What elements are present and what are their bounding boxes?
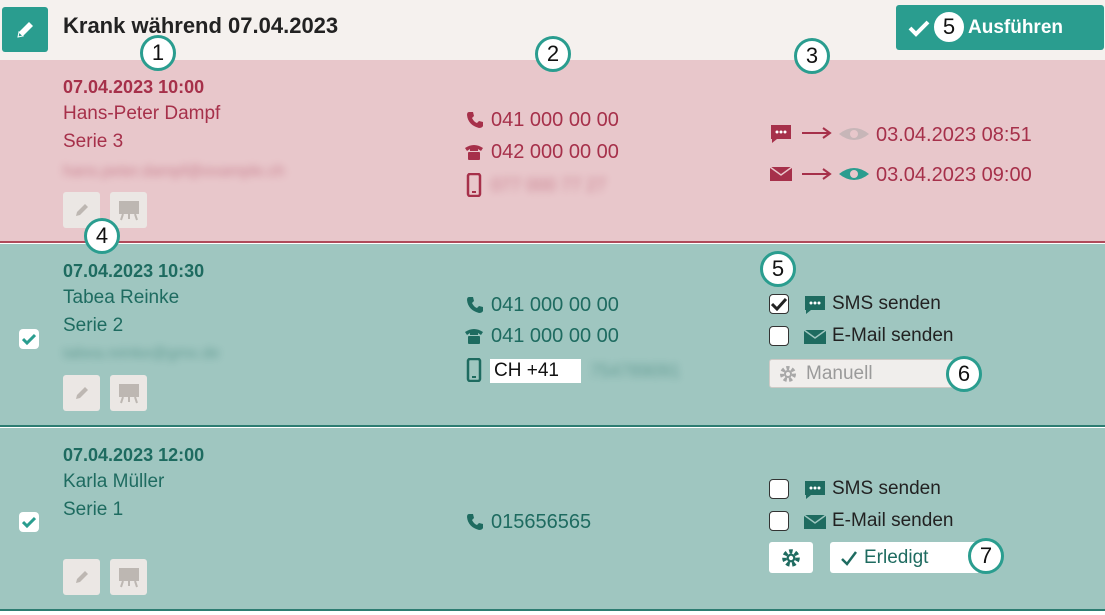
mail-icon: [803, 329, 827, 344]
callout-marker: 1: [140, 35, 176, 71]
whiteboard-button[interactable]: [110, 559, 147, 595]
checkmark-icon: [22, 333, 36, 345]
landline-icon: [465, 145, 483, 160]
mode-select[interactable]: Manuell: [769, 359, 969, 388]
phone-number: 041 000 00 00: [491, 109, 619, 131]
mode-select-value: Manuell: [806, 362, 873, 384]
patient-series: Serie 2: [63, 315, 124, 336]
sms-icon: [805, 481, 825, 499]
callout-marker: 6: [946, 356, 982, 392]
eye-icon: [839, 128, 869, 140]
gear-icon: [780, 365, 796, 382]
checkmark-icon: [841, 550, 857, 566]
phone-icon: [467, 112, 483, 128]
sms-option-label: SMS senden: [832, 293, 941, 314]
phone-icon: [467, 297, 483, 313]
row-select-checkbox[interactable]: [19, 329, 39, 349]
pencil-icon: [17, 21, 33, 38]
appointment-row: 07.04.2023 10:30 Tabea Reinke Serie 2 ta…: [0, 244, 1105, 427]
patient-series: Serie 3: [63, 131, 124, 152]
phone-icon: [467, 514, 483, 530]
arrow-right-icon: [802, 127, 832, 139]
email-option-label: E-Mail senden: [832, 325, 954, 346]
patient-series: Serie 1: [63, 499, 124, 520]
mobile-icon: [466, 173, 482, 197]
appointment-datetime: 07.04.2023 10:00: [63, 77, 205, 97]
checkmark-icon: [22, 516, 36, 528]
callout-marker: 5: [760, 251, 796, 287]
patient-name: Tabea Reinke: [63, 287, 180, 308]
pencil-icon: [75, 571, 88, 583]
email-option-label: E-Mail senden: [832, 510, 954, 531]
sms-checkbox[interactable]: [769, 479, 789, 499]
patient-email: hans.peter.dampf@example.ch: [63, 163, 285, 180]
gear-icon: [782, 548, 800, 567]
whiteboard-icon: [118, 384, 139, 404]
email-checkbox[interactable]: [769, 511, 789, 531]
mail-icon: [769, 166, 793, 181]
appointment-row: 07.04.2023 12:00 Karla Müller Serie 1 01…: [0, 428, 1105, 611]
appointment-row: 07.04.2023 10:00 Hans-Peter Dampf Serie …: [0, 60, 1105, 243]
eye-icon: [839, 168, 869, 180]
appointment-datetime: 07.04.2023 12:00: [63, 445, 205, 465]
whiteboard-icon: [118, 201, 139, 221]
mobile-icon: [466, 358, 482, 382]
sms-checkbox[interactable]: [769, 294, 789, 314]
sms-option-label: SMS senden: [832, 478, 941, 499]
done-label: Erledigt: [864, 546, 929, 568]
callout-marker: 7: [968, 538, 1004, 574]
landline-number: 041 000 00 00: [491, 325, 619, 347]
edit-entry-button[interactable]: [63, 375, 100, 411]
patient-email: tabea.reinke@gmx.de: [63, 345, 220, 362]
mobile-country-code-field[interactable]: CH +41: [490, 359, 581, 383]
execute-label: Ausführen: [968, 16, 1063, 38]
whiteboard-button[interactable]: [110, 375, 147, 411]
email-checkbox[interactable]: [769, 326, 789, 346]
mobile-number: 077 000 77 27: [491, 175, 607, 195]
sms-sent-timestamp: 03.04.2023 08:51: [876, 124, 1032, 146]
edit-entry-button[interactable]: [63, 559, 100, 595]
callout-marker: 2: [535, 36, 571, 72]
callout-marker: 5: [931, 9, 967, 45]
sms-icon: [771, 125, 791, 143]
sms-icon: [805, 296, 825, 314]
phone-number: 041 000 00 00: [491, 294, 619, 316]
landline-icon: [465, 329, 483, 344]
arrow-right-icon: [802, 168, 832, 180]
execute-button[interactable]: Ausführen: [896, 5, 1104, 50]
mail-icon: [803, 514, 827, 529]
whiteboard-icon: [118, 568, 139, 588]
pencil-icon: [75, 204, 88, 216]
checkmark-icon: [908, 20, 930, 37]
checkmark-icon: [771, 297, 787, 311]
mobile-number: 754789091: [590, 361, 681, 381]
app-window: Krank während 07.04.2023 Ausführen 07.04…: [0, 0, 1105, 615]
email-sent-timestamp: 03.04.2023 09:00: [876, 164, 1032, 186]
patient-name: Karla Müller: [63, 471, 165, 492]
whiteboard-button[interactable]: [110, 192, 147, 228]
callout-marker: 3: [794, 38, 830, 74]
done-button[interactable]: Erledigt: [830, 542, 980, 573]
appointment-datetime: 07.04.2023 10:30: [63, 261, 205, 281]
page-title: Krank während 07.04.2023: [63, 13, 339, 38]
edit-button[interactable]: [2, 7, 48, 52]
landline-number: 042 000 00 00: [491, 141, 619, 163]
callout-marker: 4: [84, 218, 120, 254]
patient-name: Hans-Peter Dampf: [63, 103, 221, 124]
row-select-checkbox[interactable]: [19, 512, 39, 532]
pencil-icon: [75, 387, 88, 399]
settings-button[interactable]: [769, 542, 813, 573]
phone-number: 015656565: [491, 511, 592, 533]
